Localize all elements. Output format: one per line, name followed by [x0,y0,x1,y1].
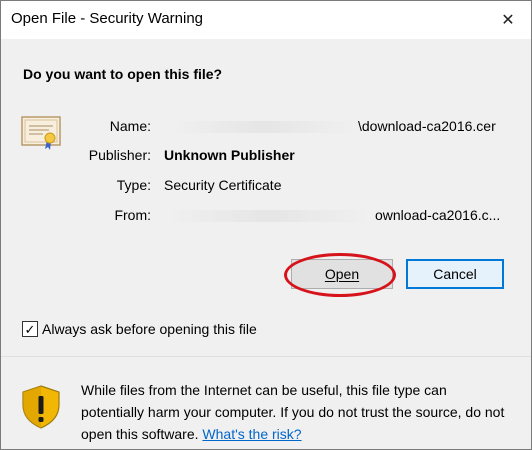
open-button[interactable]: Open [291,259,393,289]
redacted-path-from [166,210,371,222]
security-shield-icon [22,385,60,429]
warning-message: While files from the Internet can be use… [81,379,511,445]
cancel-button-label: Cancel [433,266,477,282]
certificate-icon [21,116,61,150]
window-title: Open File - Security Warning [11,10,204,27]
always-ask-checkbox[interactable]: ✓ [22,321,38,337]
whats-the-risk-link[interactable]: What's the risk? [202,426,301,442]
open-button-label: Open [324,266,360,282]
cancel-button[interactable]: Cancel [406,259,504,289]
type-value: Security Certificate [164,177,282,193]
name-label: Name: [109,118,151,134]
name-value: \download-ca2016.cer [358,118,496,134]
redacted-path-name [171,121,356,133]
close-button[interactable]: ✕ [485,1,531,39]
from-label: From: [114,207,151,223]
title-bar: Open File - Security Warning ✕ [1,1,531,39]
security-warning-dialog: Open File - Security Warning ✕ Do you wa… [0,0,532,450]
close-icon: ✕ [501,12,515,29]
publisher-label: Publisher: [88,147,151,163]
dialog-question: Do you want to open this file? [23,66,223,82]
type-label: Type: [116,177,151,193]
from-value: ownload-ca2016.c... [375,207,501,223]
always-ask-label[interactable]: Always ask before opening this file [42,321,257,337]
publisher-value: Unknown Publisher [164,147,295,163]
checkmark-icon: ✓ [24,321,36,337]
